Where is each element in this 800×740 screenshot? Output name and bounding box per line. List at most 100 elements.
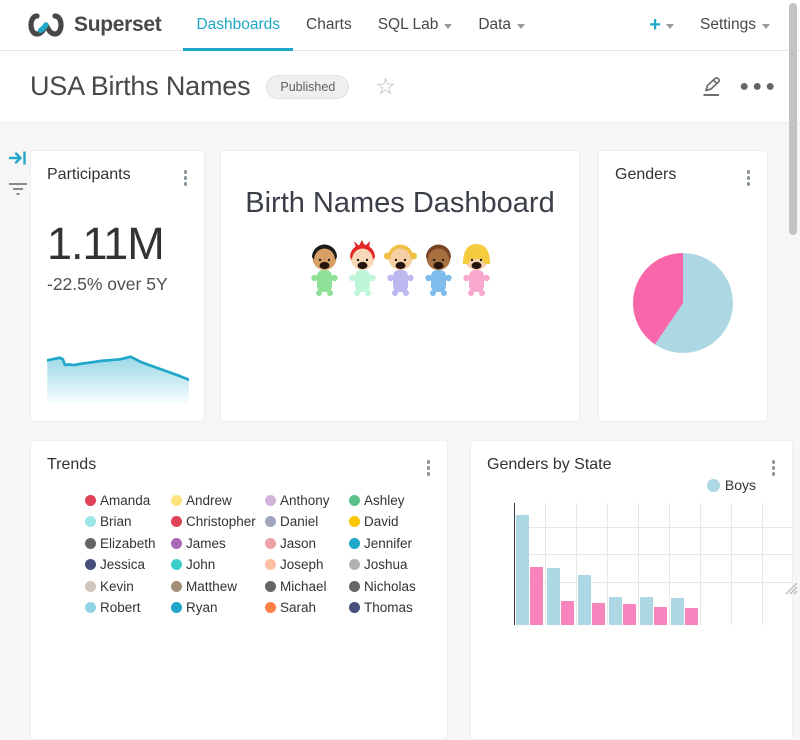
bar-boys[interactable]	[516, 515, 529, 625]
bar-girls[interactable]	[530, 567, 543, 625]
legend-item-joseph[interactable]: Joseph	[265, 557, 349, 572]
chevron-down-icon	[762, 24, 770, 29]
legend-item-joshua[interactable]: Joshua	[349, 557, 445, 572]
gridline	[762, 503, 763, 625]
legend-item-jessica[interactable]: Jessica	[85, 557, 171, 572]
legend-item-david[interactable]: David	[349, 514, 445, 529]
legend-item-anthony[interactable]: Anthony	[265, 493, 349, 508]
legend-item-brian[interactable]: Brian	[85, 514, 171, 529]
legend-item-boys[interactable]: Boys	[707, 477, 756, 493]
legend-label: Daniel	[280, 514, 318, 529]
legend-label: David	[364, 514, 399, 529]
edit-pencil-icon[interactable]	[699, 75, 723, 99]
legend-item-robert[interactable]: Robert	[85, 600, 171, 615]
legend-dot	[85, 581, 96, 592]
legend-label: Sarah	[280, 600, 316, 615]
superset-logo[interactable]: Superset	[26, 12, 161, 38]
legend-label: Jennifer	[364, 536, 412, 551]
legend-item-jennifer[interactable]: Jennifer	[349, 536, 445, 551]
chevron-down-icon	[444, 24, 452, 29]
bar-boys[interactable]	[671, 598, 684, 625]
legend-item-kevin[interactable]: Kevin	[85, 579, 171, 594]
dashboard-grid: Participants 1.11M -22.5% over 5Y Birth …	[0, 123, 800, 600]
legend-label: Jessica	[100, 557, 145, 572]
chart-menu-kebab-icon[interactable]	[769, 456, 779, 480]
vertical-scrollbar-thumb[interactable]	[789, 3, 797, 235]
chart-menu-kebab-icon[interactable]	[744, 166, 754, 190]
gridline	[669, 503, 670, 625]
legend-item-james[interactable]: James	[171, 536, 265, 551]
legend-dot	[349, 581, 360, 592]
legend-dot	[171, 516, 182, 527]
chart-card-trends: Trends AmandaAndrewAnthonyAshleyBrianChr…	[30, 440, 448, 740]
genders-pie-chart[interactable]	[633, 253, 733, 353]
legend-item-andrew[interactable]: Andrew	[171, 493, 265, 508]
chevron-down-icon	[666, 24, 674, 29]
kid-illustration	[308, 240, 341, 296]
kid-illustration	[422, 240, 455, 296]
more-actions-icon[interactable]: ● ● ●	[739, 78, 776, 96]
legend-label: Andrew	[186, 493, 232, 508]
gridline	[514, 554, 793, 555]
legend-label: Nicholas	[364, 579, 416, 594]
legend-item-sarah[interactable]: Sarah	[265, 600, 349, 615]
new-item-button[interactable]: +	[649, 15, 674, 35]
nav-item-charts[interactable]: Charts	[293, 0, 365, 50]
chart-menu-kebab-icon[interactable]	[424, 456, 434, 480]
dashboard-header: USA Births Names Published ☆ ● ● ●	[0, 51, 800, 123]
bar-girls[interactable]	[592, 603, 605, 625]
bar-girls[interactable]	[685, 608, 698, 625]
markdown-heading: Birth Names Dashboard	[221, 187, 579, 220]
legend-dot	[349, 495, 360, 506]
legend-item-daniel[interactable]: Daniel	[265, 514, 349, 529]
nav-item-sql-lab[interactable]: SQL Lab	[365, 0, 466, 50]
superset-infinity-icon	[26, 12, 66, 38]
legend-label: Joseph	[280, 557, 324, 572]
bar-boys[interactable]	[609, 597, 622, 625]
chart-title: Participants	[47, 166, 131, 184]
settings-menu[interactable]: Settings	[700, 16, 770, 34]
expand-filter-bar-icon[interactable]	[8, 149, 28, 167]
legend-dot	[349, 559, 360, 570]
bar-boys[interactable]	[547, 568, 560, 625]
gridline	[731, 503, 732, 625]
legend-dot	[265, 495, 276, 506]
card-resize-handle-icon[interactable]	[782, 579, 798, 595]
settings-label: Settings	[700, 16, 756, 34]
legend-item-elizabeth[interactable]: Elizabeth	[85, 536, 171, 551]
bar-girls[interactable]	[623, 604, 636, 625]
gridline	[545, 503, 546, 625]
chart-menu-kebab-icon[interactable]	[181, 166, 191, 190]
legend-item-jason[interactable]: Jason	[265, 536, 349, 551]
bar-girls[interactable]	[654, 607, 667, 625]
legend-label: Anthony	[280, 493, 330, 508]
legend-label: James	[186, 536, 226, 551]
legend-item-matthew[interactable]: Matthew	[171, 579, 265, 594]
filter-icon[interactable]	[8, 181, 28, 197]
legend-item-ryan[interactable]: Ryan	[171, 600, 265, 615]
legend-item-amanda[interactable]: Amanda	[85, 493, 171, 508]
legend-item-john[interactable]: John	[171, 557, 265, 572]
big-number-value: 1.11M	[47, 218, 204, 270]
chart-title: Genders	[615, 166, 676, 184]
nav-item-dashboards[interactable]: Dashboards	[183, 0, 293, 50]
legend-dot	[85, 559, 96, 570]
bar-boys[interactable]	[578, 575, 591, 625]
published-badge[interactable]: Published	[266, 75, 349, 99]
nav-item-data[interactable]: Data	[465, 0, 538, 50]
gridline	[638, 503, 639, 625]
bar-girls[interactable]	[561, 601, 574, 625]
legend-label: Robert	[100, 600, 141, 615]
legend-item-nicholas[interactable]: Nicholas	[349, 579, 445, 594]
favorite-star-icon[interactable]: ☆	[375, 75, 396, 98]
legend-item-michael[interactable]: Michael	[265, 579, 349, 594]
genders-by-state-bar-chart[interactable]: 5M4M3M	[511, 503, 793, 625]
legend-item-christopher[interactable]: Christopher	[171, 514, 265, 529]
legend-label: Christopher	[186, 514, 256, 529]
bar-boys[interactable]	[640, 597, 653, 625]
legend-item-thomas[interactable]: Thomas	[349, 600, 445, 615]
boys-legend-label: Boys	[725, 477, 756, 493]
legend-item-ashley[interactable]: Ashley	[349, 493, 445, 508]
gridline	[607, 503, 608, 625]
legend-label: Ashley	[364, 493, 405, 508]
